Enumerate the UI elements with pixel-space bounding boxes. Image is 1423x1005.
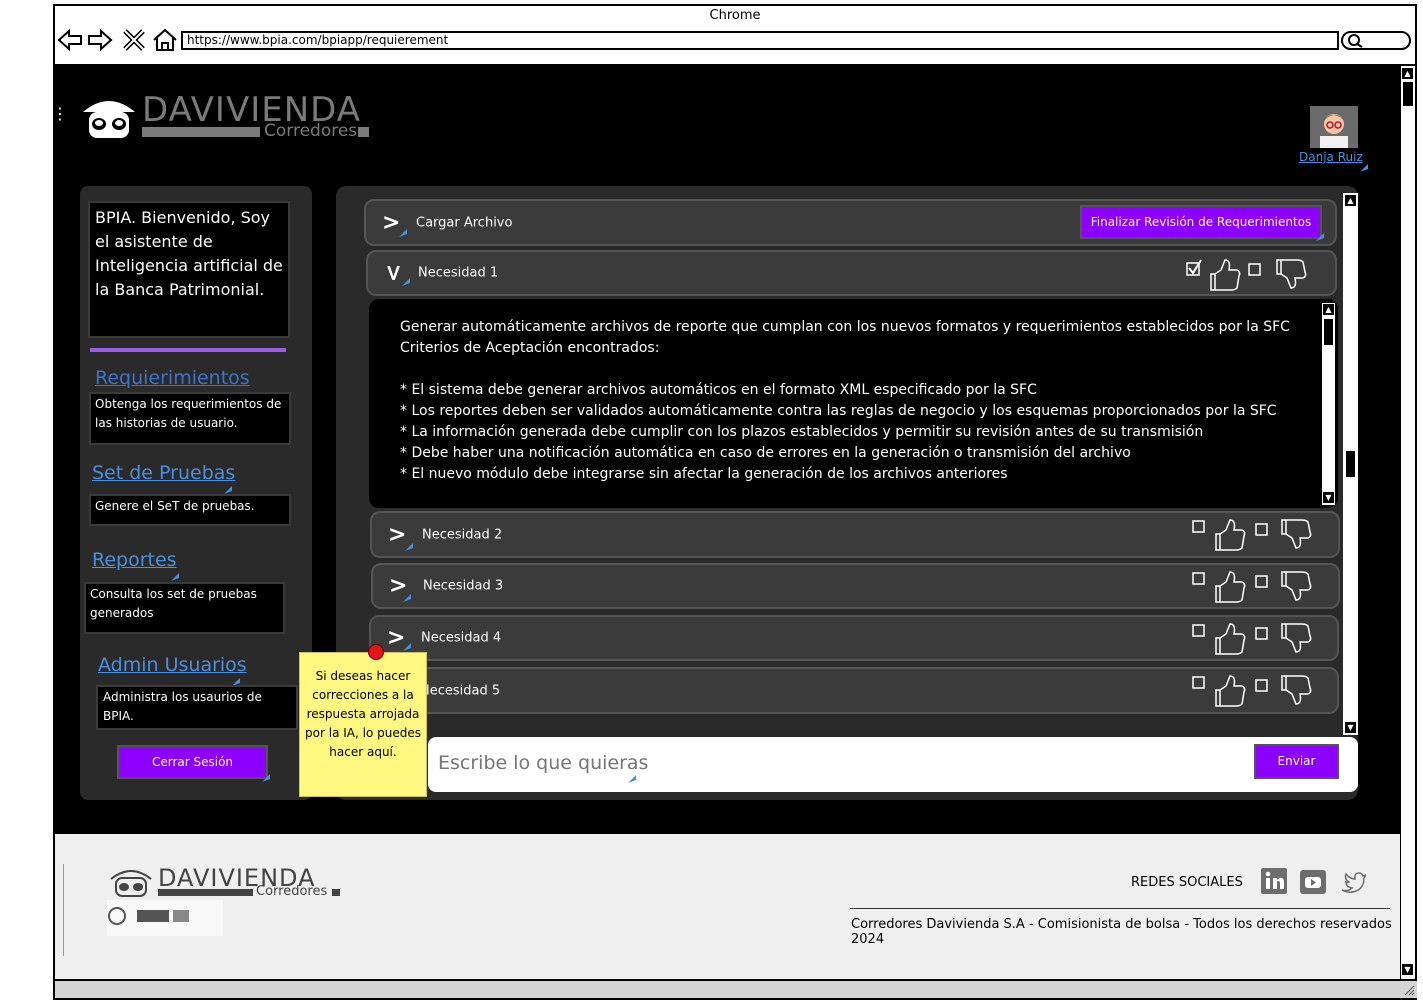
- thumbs-up-icon: [1215, 519, 1246, 551]
- scroll-thumb[interactable]: [1324, 319, 1333, 345]
- logout-button[interactable]: Cerrar Sesión: [117, 745, 268, 779]
- need-label: Necesidad 3: [423, 578, 504, 594]
- sidebar-item-set-de-pruebas[interactable]: Set de Pruebas: [92, 462, 235, 484]
- page-scrollbar[interactable]: ▲ ▼: [1400, 66, 1415, 979]
- logo-bar: [142, 127, 260, 137]
- need-label: Necesidad 5: [420, 683, 501, 698]
- logo-square: [358, 127, 369, 137]
- url-bar[interactable]: https://www.bpia.com/bpiapp/requierement: [181, 31, 1339, 50]
- forward-arrow-icon[interactable]: [87, 28, 113, 52]
- browser-search-field[interactable]: [1341, 31, 1411, 50]
- sidebar-desc-admin-usuarios: Administra los usaurios de BPIA.: [96, 685, 298, 730]
- need-description: Generar automáticamente archivos de repo…: [400, 319, 1290, 335]
- social-label: REDES SOCIALES: [1131, 875, 1243, 890]
- assistant-intro: BPIA. Bienvenido, Soy el asistente de In…: [88, 201, 290, 338]
- scroll-up-icon[interactable]: ▲: [1402, 68, 1413, 79]
- footer-logo-subtitle: Corredores: [256, 884, 328, 899]
- link-marker-icon: [224, 486, 232, 494]
- sidebar-item-reportes[interactable]: Reportes: [92, 549, 177, 571]
- need-feedback-controls: [1192, 623, 1312, 655]
- link-marker-icon: [171, 573, 179, 581]
- scroll-thumb[interactable]: [1346, 451, 1355, 477]
- link-marker-icon: [405, 543, 413, 551]
- need-label: Necesidad 2: [422, 527, 503, 542]
- need-detail-text: Generar automáticamente archivos de repo…: [400, 317, 1300, 485]
- chevron-right-icon[interactable]: >: [388, 522, 406, 547]
- search-icon: [1348, 34, 1363, 48]
- avatar[interactable]: [1310, 106, 1358, 148]
- footer-logo-square: [332, 889, 340, 896]
- scroll-down-icon[interactable]: ▼: [1402, 964, 1413, 975]
- finish-review-button[interactable]: Finalizar Revisión de Requerimientos: [1080, 205, 1322, 239]
- link-marker-icon: [1316, 233, 1324, 241]
- browser-statusbar: [55, 979, 1417, 998]
- scroll-up-icon[interactable]: ▲: [1323, 304, 1334, 315]
- upload-file-label: Cargar Archivo: [416, 215, 513, 230]
- home-icon[interactable]: [152, 28, 178, 52]
- back-arrow-icon[interactable]: [57, 28, 83, 52]
- user-name-link[interactable]: Danja Ruiz: [1299, 150, 1363, 164]
- divider: [90, 348, 286, 352]
- footer: DAVIVIENDA Corredores: [55, 834, 1400, 979]
- link-marker-icon: [403, 594, 411, 602]
- logo-subtitle: Corredores: [264, 121, 358, 141]
- browser-toolbar: Chrome https://www.bpia.com/bpiapp/requi…: [55, 6, 1415, 66]
- sidebar-desc-set-de-pruebas: Genere el SeT de pruebas.: [89, 494, 291, 526]
- chat-bar: Enviar: [428, 737, 1358, 792]
- scroll-down-icon[interactable]: ▼: [1323, 492, 1334, 503]
- logo-house-icon: [79, 92, 139, 140]
- footer-divider: [850, 908, 1390, 909]
- need-feedback-controls: [1192, 519, 1312, 551]
- sidebar-desc-requerimientos: Obtenga los requerimientos de las histor…: [89, 392, 291, 445]
- need-label: Necesidad 4: [421, 630, 502, 646]
- sticky-note: Si deseas hacer correcciones a la respue…: [299, 652, 427, 797]
- criteria-item: * El nuevo módulo debe integrarse sin af…: [400, 466, 1008, 482]
- criteria-item: * Debe haber una notificación automática…: [400, 445, 1131, 461]
- main-scrollbar[interactable]: ▲ ▼: [1343, 193, 1358, 735]
- vertical-legal-text: [63, 864, 74, 956]
- link-marker-icon: [628, 775, 636, 783]
- sidebar-item-admin-usuarios[interactable]: Admin Usuarios: [98, 654, 247, 676]
- criteria-item: * El sistema debe generar archivos autom…: [400, 382, 1037, 398]
- link-marker-icon: [1360, 164, 1368, 172]
- window-title: Chrome: [709, 8, 761, 23]
- footer-logo-bar: [158, 889, 253, 896]
- footer-logo-house-icon: [110, 870, 152, 897]
- criteria-heading: Criterios de Aceptación encontrados:: [400, 340, 660, 356]
- thumbs-down-icon: [1281, 519, 1312, 549]
- resize-grip-icon[interactable]: [1403, 984, 1415, 996]
- footer-copyright: Corredores Davivienda S.A - Comisionista…: [851, 917, 1392, 947]
- criteria-item: * Los reportes deben ser validados autom…: [400, 403, 1277, 419]
- certification-badges: [107, 900, 223, 936]
- sidebar-item-requerimientos[interactable]: Requierimientos: [95, 367, 250, 389]
- linkedin-icon[interactable]: [1261, 868, 1287, 894]
- detail-scrollbar[interactable]: ▲ ▼: [1322, 303, 1335, 505]
- scroll-thumb[interactable]: [1403, 82, 1413, 106]
- need-feedback-controls: [1192, 675, 1312, 707]
- need-label: Necesidad 1: [418, 265, 499, 281]
- pushpin-icon: [368, 644, 384, 660]
- youtube-icon[interactable]: [1300, 870, 1326, 896]
- twitter-icon[interactable]: [1340, 870, 1366, 896]
- chevron-right-icon[interactable]: >: [382, 210, 400, 235]
- link-marker-icon: [403, 643, 411, 651]
- sidebar-desc-reportes: Consulta los set de pruebas generados: [84, 582, 285, 634]
- link-marker-icon: [262, 774, 270, 782]
- close-icon[interactable]: [121, 28, 147, 52]
- chat-input[interactable]: [436, 747, 1220, 779]
- link-marker-icon: [402, 278, 410, 286]
- scroll-down-icon[interactable]: ▼: [1345, 722, 1356, 733]
- need-detail-panel: Generar automáticamente archivos de repo…: [369, 299, 1338, 508]
- scroll-up-icon[interactable]: ▲: [1345, 195, 1356, 206]
- need-feedback-controls: [1192, 571, 1312, 603]
- send-button[interactable]: Enviar: [1254, 744, 1339, 779]
- criteria-item: * La información generada debe cumplir c…: [400, 424, 1204, 440]
- need-feedback-controls: [1186, 259, 1307, 291]
- link-marker-icon: [399, 229, 407, 237]
- select-checkbox: [1192, 520, 1205, 533]
- menu-dots-icon[interactable]: ⋮: [52, 104, 68, 123]
